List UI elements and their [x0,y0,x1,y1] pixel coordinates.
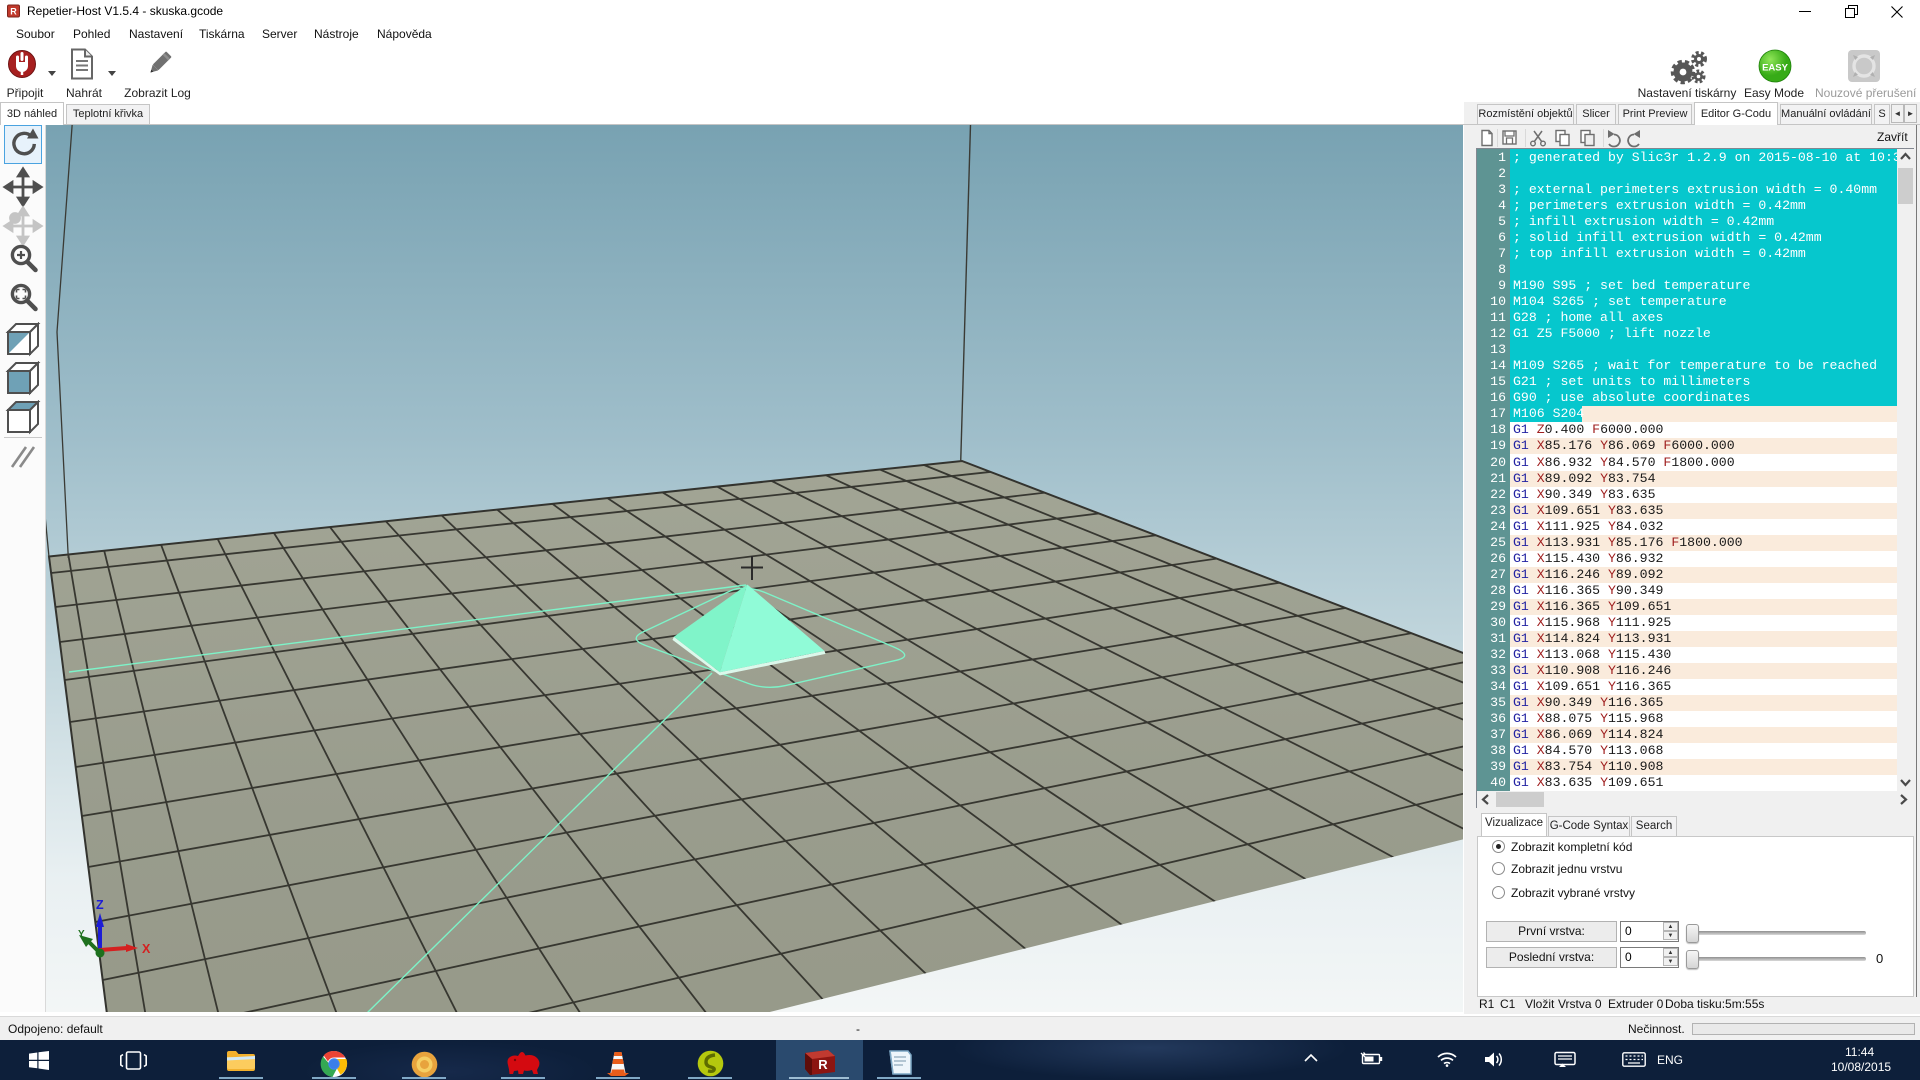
svg-text:R: R [10,7,17,17]
svg-text:R: R [818,1057,828,1072]
svg-text:Y: Y [78,929,85,940]
svg-text:EASY: EASY [1762,63,1789,74]
svg-text:Z: Z [96,898,104,912]
svg-text:X: X [142,942,151,956]
